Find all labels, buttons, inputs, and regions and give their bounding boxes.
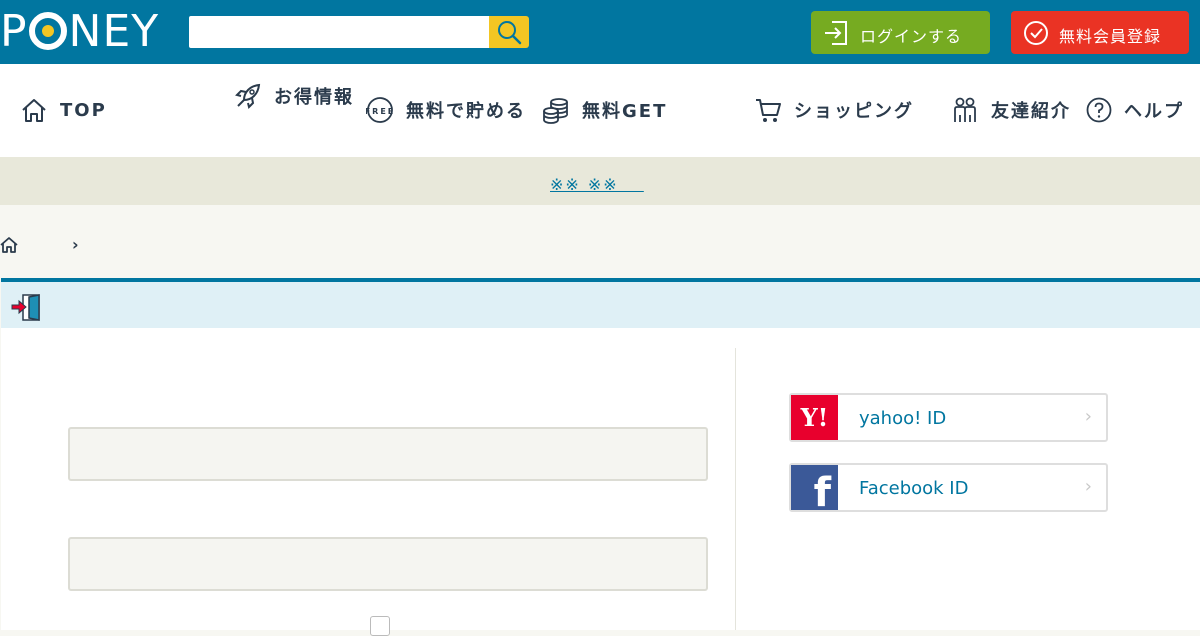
help-icon xyxy=(1086,97,1112,123)
nav-item-deals[interactable]: お得情報 xyxy=(234,76,354,116)
search-icon xyxy=(498,21,522,45)
free-icon: FREE xyxy=(366,97,394,123)
chevron-right-icon: › xyxy=(1084,406,1092,427)
nav-item-free[interactable]: FREE 無料で貯める xyxy=(366,90,526,130)
nav-item-top[interactable]: TOP xyxy=(20,90,107,130)
nav-item-get[interactable]: 無料GET xyxy=(542,90,667,130)
home-icon xyxy=(22,99,46,122)
main-nav: TOP お得情報 FREE 無料で貯める 無料GET ショッピング 友達紹介 ヘ… xyxy=(0,64,1200,157)
remember-checkbox[interactable] xyxy=(370,616,390,636)
search-input[interactable] xyxy=(189,16,490,48)
facebook-icon: f xyxy=(791,465,838,510)
login-icon xyxy=(825,21,847,45)
nav-label-top: TOP xyxy=(60,99,107,121)
register-label: 無料会員登録 xyxy=(1058,27,1161,46)
notice-link[interactable]: ※※ ※※ xyxy=(550,171,644,195)
column-divider xyxy=(735,348,736,630)
notice-bar: ※※ ※※ xyxy=(0,157,1200,205)
facebook-login-button[interactable]: f Facebook ID › xyxy=(789,463,1108,512)
login-id-field[interactable] xyxy=(68,427,708,481)
nav-label-free: 無料で貯める xyxy=(406,101,526,122)
rocket-icon xyxy=(235,83,261,109)
nav-label-get: 無料GET xyxy=(582,101,668,122)
check-circle-icon xyxy=(1024,21,1048,45)
nav-item-shopping[interactable]: ショッピング xyxy=(754,90,914,130)
people-icon xyxy=(954,97,976,122)
nav-label-invite: 友達紹介 xyxy=(991,101,1071,122)
login-label: ログインする xyxy=(859,27,962,46)
register-button[interactable]: 無料会員登録 xyxy=(1011,11,1189,54)
cart-icon xyxy=(756,99,781,122)
header-bar: P NEY ログインする 無料会員登録 xyxy=(0,0,1200,64)
nav-item-help[interactable]: ヘルプ xyxy=(1086,90,1184,130)
yahoo-login-button[interactable]: Y! yahoo! ID › xyxy=(789,393,1108,442)
chevron-right-icon: › xyxy=(1084,476,1092,497)
yahoo-icon: Y! xyxy=(791,395,838,440)
section-title-bar xyxy=(1,278,1200,328)
poney-logo[interactable]: P NEY xyxy=(0,8,159,56)
facebook-login-label: Facebook ID xyxy=(859,478,969,499)
nav-item-invite[interactable]: 友達紹介 xyxy=(951,90,1071,130)
password-field[interactable] xyxy=(68,537,708,591)
nav-label-deals: お得情報 xyxy=(274,87,354,108)
coins-icon xyxy=(543,98,568,124)
breadcrumb-separator: › xyxy=(72,235,79,254)
logo-o-mark xyxy=(28,12,67,50)
login-door-icon xyxy=(11,294,40,321)
breadcrumb: › xyxy=(0,205,1200,278)
svg-text:FREE: FREE xyxy=(366,107,394,116)
nav-label-help: ヘルプ xyxy=(1124,101,1184,122)
breadcrumb-home-icon[interactable] xyxy=(0,236,18,254)
login-button[interactable]: ログインする xyxy=(811,11,990,54)
nav-label-shopping: ショッピング xyxy=(794,101,914,122)
yahoo-login-label: yahoo! ID xyxy=(859,408,947,429)
search-button[interactable] xyxy=(489,16,529,48)
